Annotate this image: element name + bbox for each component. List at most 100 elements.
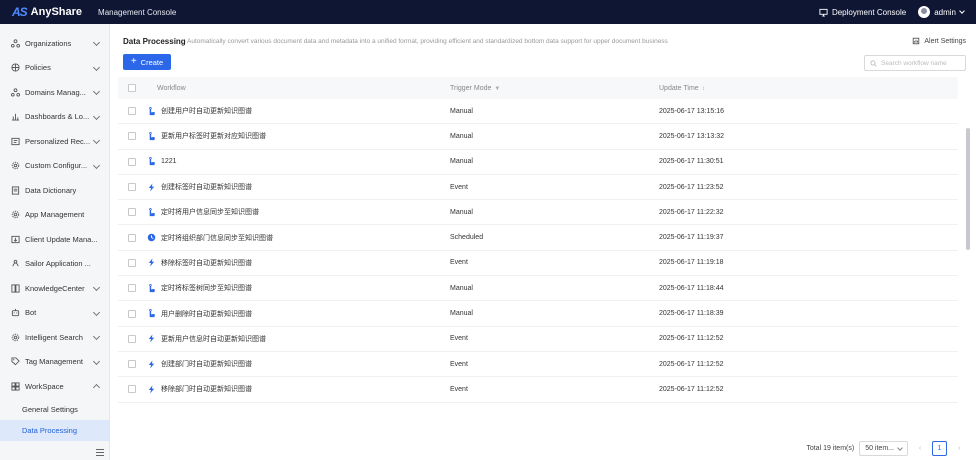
current-page-button[interactable]: 1 (932, 441, 947, 456)
trigger-mode: Event (450, 259, 468, 267)
table-scrollbar[interactable] (966, 128, 970, 250)
row-checkbox[interactable] (127, 360, 136, 369)
column-trigger-mode[interactable]: Trigger Mode ▼ (450, 85, 659, 92)
trigger-mode: Manual (450, 132, 473, 140)
table-row[interactable]: 创建部门时自动更新知识图谱 Event 2025-06-17 11:12:52 (118, 352, 958, 378)
console-title: Management Console (98, 7, 177, 17)
table-row[interactable]: 定时将标签树同步至知识图谱 Manual 2025-06-17 11:18:44 (118, 276, 958, 302)
row-checkbox[interactable] (127, 284, 136, 293)
table-row[interactable]: 定时将用户信息同步至知识图谱 Manual 2025-06-17 11:22:3… (118, 200, 958, 226)
table-row[interactable]: 更新用户标签时更新对应知识图谱 Manual 2025-06-17 13:13:… (118, 124, 958, 150)
sidebar-item-knowledgecenter[interactable]: KnowledgeCenter (0, 276, 109, 301)
table-row[interactable]: 创建用户时自动更新知识图谱 Manual 2025-06-17 13:15:16 (118, 99, 958, 125)
workflow-name[interactable]: 定时将组织部门信息同步至知识图谱 (161, 233, 273, 243)
column-update-time[interactable]: Update Time ↕ (659, 85, 859, 92)
chevron-down-icon (92, 308, 101, 316)
row-checkbox[interactable] (127, 258, 136, 267)
sidebar-item-organizations[interactable]: Organizations (0, 31, 109, 56)
workflow-name[interactable]: 创建用户时自动更新知识图谱 (161, 106, 252, 116)
row-checkbox[interactable] (127, 208, 136, 217)
workflow-name[interactable]: 更新用户信息时自动更新知识图谱 (161, 334, 266, 344)
table-row[interactable]: 用户删除时自动更新知识图谱 Manual 2025-06-17 11:18:39 (118, 301, 958, 327)
table-row[interactable]: 定时将组织部门信息同步至知识图谱 Scheduled 2025-06-17 11… (118, 225, 958, 251)
update-time: 2025-06-17 11:30:51 (659, 158, 724, 166)
sidebar-item-label: Organizations (25, 38, 72, 48)
chevron-up-icon (92, 383, 101, 392)
logo[interactable]: AS AnyShare (12, 5, 82, 19)
sidebar-item-bot[interactable]: Bot (0, 301, 109, 326)
row-checkbox[interactable] (127, 107, 136, 116)
row-checkbox[interactable] (127, 233, 136, 242)
search-icon (870, 59, 877, 67)
sidebar-item-custom-configur[interactable]: Custom Configur... (0, 154, 109, 179)
collapse-menu-icon[interactable] (96, 449, 104, 456)
scheduled-icon (147, 233, 156, 242)
workflow-name[interactable]: 创建标签时自动更新知识图谱 (161, 182, 252, 192)
workflow-name[interactable]: 创建部门时自动更新知识图谱 (161, 359, 252, 369)
trigger-mode: Event (450, 385, 468, 393)
sidebar-subitem-data-processing[interactable]: Data Processing (0, 419, 109, 441)
sidebar-item-label: Domains Manag... (25, 87, 86, 97)
update-time: 2025-06-17 11:23:52 (659, 183, 724, 191)
table-row[interactable]: 1221 Manual 2025-06-17 11:30:51 (118, 150, 958, 175)
table-row[interactable]: 更新用户信息时自动更新知识图谱 Event 2025-06-17 11:12:5… (118, 327, 958, 352)
manual-icon (147, 207, 156, 217)
domain-icon (11, 88, 20, 97)
logo-mark: AS (12, 5, 28, 19)
workflow-name[interactable]: 1221 (161, 158, 177, 165)
row-checkbox[interactable] (127, 309, 136, 318)
sidebar-item-tag-management[interactable]: Tag Management (0, 350, 109, 375)
event-icon (147, 385, 156, 394)
row-checkbox[interactable] (127, 132, 136, 141)
sidebar-item-label: WorkSpace (25, 381, 64, 391)
deployment-console-link[interactable]: Deployment Console (819, 8, 906, 17)
next-page-button[interactable]: › (952, 442, 966, 456)
sidebar-subitem-general-settings[interactable]: General Settings (0, 399, 109, 420)
workflow-name[interactable]: 更新用户标签时更新对应知识图谱 (161, 131, 266, 141)
sidebar-item-policies[interactable]: Policies (0, 56, 109, 81)
sidebar-item-dashboards-lo[interactable]: Dashboards & Lo... (0, 105, 109, 130)
select-all-checkbox[interactable] (127, 84, 136, 92)
workflow-name[interactable]: 定时将用户信息同步至知识图谱 (161, 207, 259, 217)
row-checkbox[interactable] (127, 183, 136, 192)
prev-page-button[interactable]: ‹ (913, 442, 927, 456)
workflow-name[interactable]: 定时将标签树同步至知识图谱 (161, 283, 252, 293)
table-row[interactable]: 创建标签时自动更新知识图谱 Event 2025-06-17 11:23:52 (118, 175, 958, 201)
search-input[interactable] (881, 59, 961, 67)
update-time: 2025-06-17 11:19:37 (659, 234, 724, 242)
chevron-down-icon (959, 8, 965, 14)
trigger-mode: Event (450, 183, 468, 191)
sidebar-item-data-dictionary[interactable]: Data Dictionary (0, 178, 109, 203)
update-time: 2025-06-17 11:18:39 (659, 310, 724, 318)
update-time: 2025-06-17 11:19:18 (659, 259, 724, 267)
alert-settings-link[interactable]: Alert Settings (912, 37, 966, 45)
trigger-mode: Manual (450, 284, 473, 292)
row-checkbox[interactable] (127, 157, 136, 166)
sidebar-item-workspace[interactable]: WorkSpace (0, 374, 109, 399)
workflow-table: Workflow Trigger Mode ▼ Update Time ↕ 创建用户… (118, 77, 958, 403)
user-menu[interactable]: admin (918, 6, 965, 18)
row-checkbox[interactable] (127, 334, 136, 343)
sidebar-item-label: Custom Configur... (25, 161, 88, 171)
table-row[interactable]: 移除部门时自动更新知识图谱 Event 2025-06-17 11:12:52 (118, 377, 958, 403)
update-time: 2025-06-17 11:18:44 (659, 284, 724, 292)
sidebar-item-app-management[interactable]: App Management (0, 203, 109, 228)
table-row[interactable]: 移除标签时自动更新知识图谱 Event 2025-06-17 11:19:18 (118, 251, 958, 277)
manual-icon (147, 131, 156, 141)
sidebar-item-client-update-mana[interactable]: Client Update Mana... (0, 227, 109, 252)
workflow-name[interactable]: 移除部门时自动更新知识图谱 (161, 384, 252, 394)
workflow-name[interactable]: 用户删除时自动更新知识图谱 (161, 309, 252, 319)
workflow-name[interactable]: 移除标签时自动更新知识图谱 (161, 258, 252, 268)
sidebar-item-domains-manag[interactable]: Domains Manag... (0, 80, 109, 105)
sidebar-item-sailor-application[interactable]: Sailor Application ... (0, 252, 109, 277)
page-size-select[interactable]: 50 item... (859, 441, 908, 456)
sidebar-item-label: Client Update Mana... (25, 234, 98, 244)
trigger-mode: Manual (450, 107, 473, 115)
create-button[interactable]: + Create (123, 54, 171, 70)
chevron-down-icon (92, 357, 101, 365)
sidebar-item-intelligent-search[interactable]: Intelligent Search (0, 325, 109, 350)
sidebar-item-personalized-rec[interactable]: Personalized Rec... (0, 129, 109, 154)
row-checkbox[interactable] (127, 385, 136, 394)
top-bar: AS AnyShare Management Console Deploymen… (0, 0, 976, 24)
manual-icon (147, 283, 156, 293)
